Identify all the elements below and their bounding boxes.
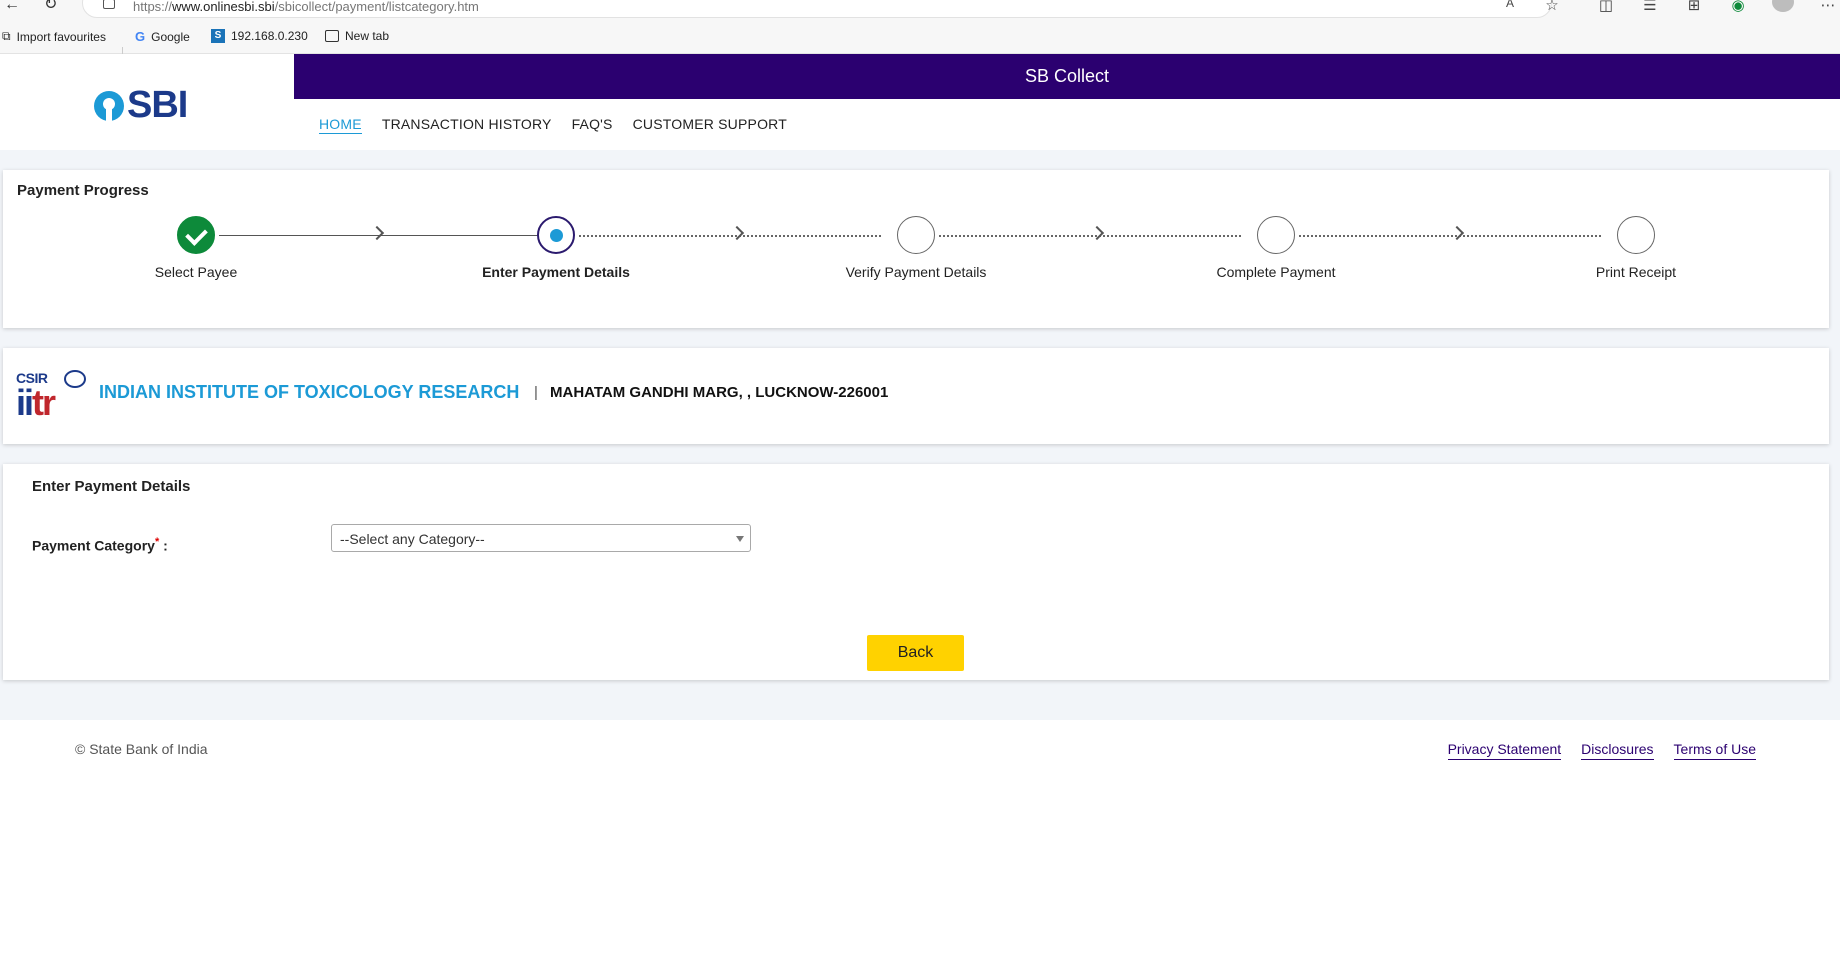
bookmarks-bar: ⧉ Import favourites G Google S 192.168.0… — [0, 20, 1840, 63]
payment-category-label: Payment Category* : — [32, 536, 168, 554]
institute-card: CSIR iitr INDIAN INSTITUTE OF TOXICOLOGY… — [3, 348, 1829, 444]
address-url: https://www.onlinesbi.sbi/sbicollect/pay… — [133, 0, 479, 14]
step-complete-payment: Complete Payment — [1176, 216, 1376, 280]
payment-category-select[interactable]: --Select any Category-- — [331, 524, 751, 552]
bookmark-ip[interactable]: S 192.168.0.230 — [211, 29, 308, 43]
import-icon: ⧉ — [2, 29, 11, 43]
disclosures-link[interactable]: Disclosures — [1581, 741, 1654, 760]
chevron-right-icon — [1089, 225, 1105, 241]
sbi-keyhole-icon — [94, 90, 124, 121]
emblem-icon — [64, 370, 86, 388]
payment-progress-card: Payment Progress Select Payee Enter Paym… — [3, 170, 1829, 328]
institute-name: INDIAN INSTITUTE OF TOXICOLOGY RESEARCH — [99, 382, 520, 402]
chevron-right-icon — [369, 225, 385, 241]
payment-details-card: Enter Payment Details Payment Category* … — [3, 464, 1829, 680]
read-aloud-icon[interactable]: Aˆ — [1502, 0, 1522, 12]
step-print-receipt: Print Receipt — [1536, 216, 1736, 280]
pending-step-icon — [1257, 216, 1295, 254]
google-icon: G — [135, 29, 146, 44]
main-nav: HOME TRANSACTION HISTORY FAQ'S CUSTOMER … — [319, 116, 787, 134]
nav-faqs[interactable]: FAQ'S — [572, 116, 613, 134]
nav-home[interactable]: HOME — [319, 116, 362, 134]
back-button[interactable]: Back — [867, 635, 964, 671]
institute-separator: | — [534, 384, 538, 401]
bookmark-google[interactable]: G Google — [135, 29, 190, 44]
banner-title: SB Collect — [294, 54, 1840, 99]
favorites-list-icon[interactable]: ☰ — [1640, 0, 1660, 14]
favorite-star-icon[interactable]: ☆ — [1542, 0, 1562, 14]
browser-toolbar: ← ↻ https://www.onlinesbi.sbi/sbicollect… — [0, 0, 1840, 20]
site-header: SBI SB Collect HOME TRANSACTION HISTORY … — [0, 54, 1840, 150]
tab-icon — [325, 30, 339, 42]
footer-links: Privacy Statement Disclosures Terms of U… — [1447, 741, 1756, 760]
sbi-logo[interactable]: SBI — [94, 84, 188, 127]
check-icon — [177, 216, 215, 254]
progress-title: Payment Progress — [17, 182, 149, 199]
page-info-icon[interactable] — [103, 0, 115, 9]
profile-avatar[interactable] — [1772, 0, 1794, 12]
address-bar[interactable]: https://www.onlinesbi.sbi/sbicollect/pay… — [82, 0, 1552, 18]
step-select-payee: Select Payee — [96, 216, 296, 280]
terms-of-use-link[interactable]: Terms of Use — [1673, 741, 1756, 760]
nav-transaction-history[interactable]: TRANSACTION HISTORY — [382, 116, 552, 134]
refresh-icon[interactable]: ↻ — [44, 0, 68, 14]
footer-copyright: © State Bank of India — [75, 741, 208, 757]
bookmark-import-favourites[interactable]: ⧉ Import favourites — [2, 29, 106, 44]
extension-icon[interactable]: ◉ — [1728, 0, 1748, 14]
split-screen-icon[interactable]: ◫ — [1596, 0, 1616, 14]
collections-icon[interactable]: ⊞ — [1684, 0, 1704, 14]
iitr-logo: CSIR iitr — [16, 370, 90, 422]
nav-customer-support[interactable]: CUSTOMER SUPPORT — [633, 116, 787, 134]
chevron-right-icon — [1449, 225, 1465, 241]
current-step-icon — [537, 216, 575, 254]
back-arrow-icon[interactable]: ← — [4, 0, 28, 14]
institute-address: MAHATAM GANDHI MARG, , LUCKNOW-226001 — [550, 384, 889, 401]
details-title: Enter Payment Details — [32, 478, 191, 495]
pending-step-icon — [897, 216, 935, 254]
bookmark-new-tab[interactable]: New tab — [325, 29, 389, 43]
more-menu-icon[interactable]: ⋯ — [1818, 0, 1838, 14]
step-verify-payment-details: Verify Payment Details — [816, 216, 1016, 280]
chevron-right-icon — [729, 225, 745, 241]
privacy-statement-link[interactable]: Privacy Statement — [1447, 741, 1562, 760]
step-enter-payment-details: Enter Payment Details — [456, 216, 656, 280]
pending-step-icon — [1617, 216, 1655, 254]
s-icon: S — [211, 29, 225, 43]
chevron-down-icon — [736, 536, 744, 542]
